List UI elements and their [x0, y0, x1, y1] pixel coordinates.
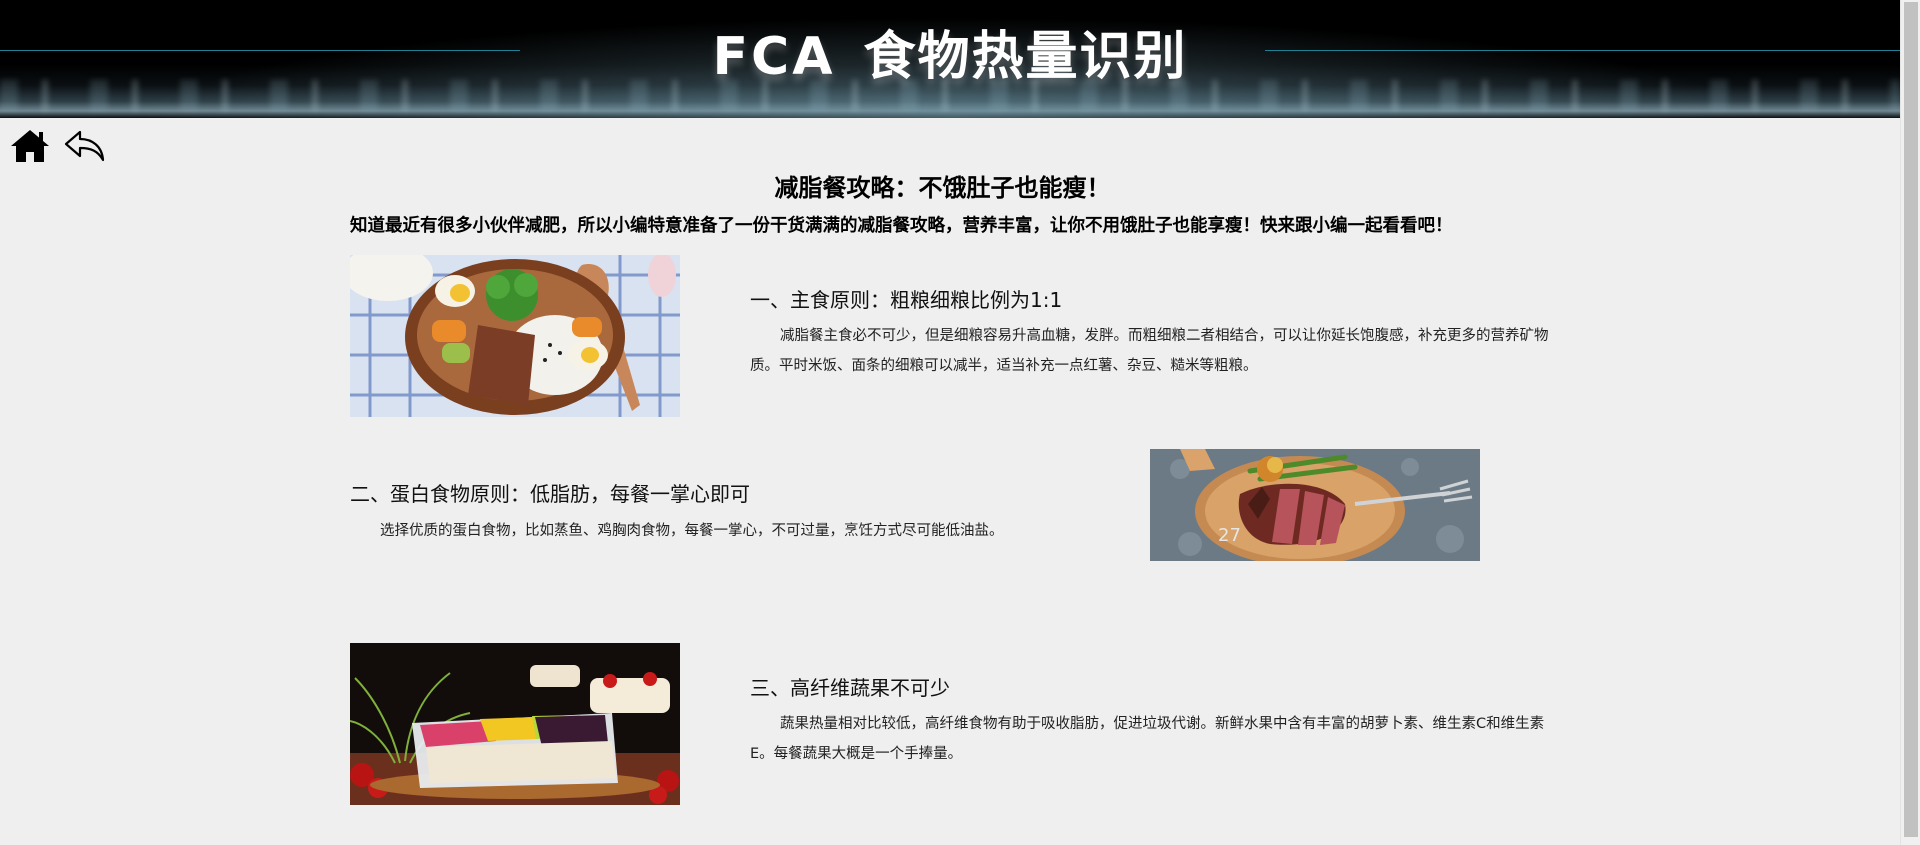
site-brand: FCA	[712, 27, 836, 87]
section-1-text: 减脂餐主食必不可少，但是细粮容易升高血糖，发胖。而粗细粮二者相结合，可以让你延长…	[750, 328, 1549, 374]
fruit-box-photo	[350, 643, 680, 805]
article-title: 减脂餐攻略：不饿肚子也能瘦！	[774, 174, 1111, 202]
article-intro: 知道最近有很多小伙伴减肥，所以小编特意准备了一份干货满满的减脂餐攻略，营养丰富，…	[350, 216, 1453, 236]
vertical-scrollbar[interactable]	[1900, 0, 1920, 845]
bento-box-photo	[350, 255, 680, 417]
back-button[interactable]	[62, 126, 106, 166]
site-title: FCA 食物热量识别	[0, 14, 1900, 89]
home-icon	[11, 130, 49, 162]
svg-text:27: 27	[1218, 525, 1241, 546]
site-title-text: 食物热量识别	[863, 27, 1188, 87]
section-2-heading: 二、蛋白食物原则：低脂肪，每餐一掌心即可	[350, 482, 750, 506]
home-button[interactable]	[8, 126, 52, 166]
header-banner: FCA 食物热量识别	[0, 0, 1900, 118]
section-2-text: 选择优质的蛋白食物，比如蒸鱼、鸡胸肉食物，每餐一掌心，不可过量，烹饪方式尽可能低…	[380, 523, 1004, 539]
section-1-heading: 一、主食原则：粗粮细粮比例为1:1	[750, 288, 1063, 312]
section-3-heading: 三、高纤维蔬果不可少	[750, 676, 950, 700]
back-arrow-icon	[64, 130, 105, 162]
scrollbar-thumb[interactable]	[1904, 2, 1918, 837]
steak-photo: 27	[1150, 449, 1480, 561]
section-3-text: 蔬果热量相对比较低，高纤维食物有助于吸收脂肪，促进垃圾代谢。新鲜水果中含有丰富的…	[750, 716, 1545, 762]
